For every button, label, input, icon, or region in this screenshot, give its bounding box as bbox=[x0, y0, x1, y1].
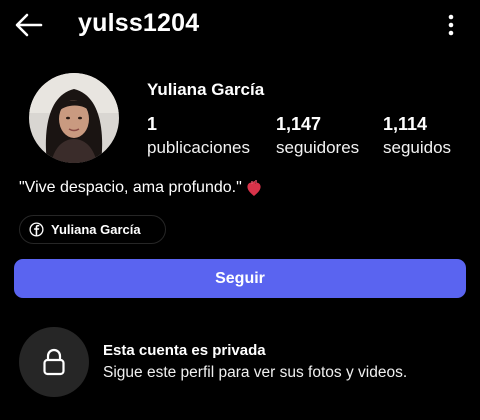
linked-account-label: Yuliana García bbox=[51, 222, 141, 237]
follow-button[interactable]: Seguir bbox=[14, 259, 466, 298]
posts-stat[interactable]: 1 publicaciones bbox=[147, 113, 250, 159]
more-vertical-icon bbox=[448, 14, 454, 36]
profile-bio: "Vive despacio, ama profundo." bbox=[19, 179, 262, 197]
posts-count: 1 bbox=[147, 114, 158, 134]
posts-label: publicaciones bbox=[147, 138, 251, 157]
following-count: 1,114 bbox=[383, 114, 428, 134]
avatar-photo bbox=[29, 73, 119, 163]
followers-count: 1,147 bbox=[276, 114, 322, 134]
arrow-left-icon bbox=[15, 13, 43, 37]
followers-label: seguidores bbox=[276, 138, 360, 157]
lock-icon bbox=[43, 348, 65, 376]
linked-facebook-account[interactable]: Yuliana García bbox=[19, 215, 166, 244]
profile-avatar[interactable] bbox=[29, 73, 119, 163]
bio-text: "Vive despacio, ama profundo." bbox=[19, 179, 242, 196]
more-options-button[interactable] bbox=[436, 10, 466, 40]
profile-display-name: Yuliana García bbox=[147, 80, 265, 99]
followers-stat[interactable]: 1,147 seguidores bbox=[276, 113, 359, 159]
following-label: seguidos bbox=[383, 138, 452, 157]
anatomical-heart-icon bbox=[247, 180, 261, 196]
private-account-title: Esta cuenta es privada bbox=[103, 342, 266, 359]
profile-username: yulss1204 bbox=[78, 9, 200, 37]
private-account-subtitle: Sigue este perfil para ver sus fotos y v… bbox=[103, 364, 408, 381]
back-button[interactable] bbox=[12, 8, 46, 42]
facebook-icon bbox=[29, 222, 44, 237]
following-stat[interactable]: 1,114 seguidos bbox=[383, 113, 451, 159]
private-lock-badge bbox=[19, 327, 89, 397]
top-bar: yulss1204 bbox=[0, 0, 480, 50]
